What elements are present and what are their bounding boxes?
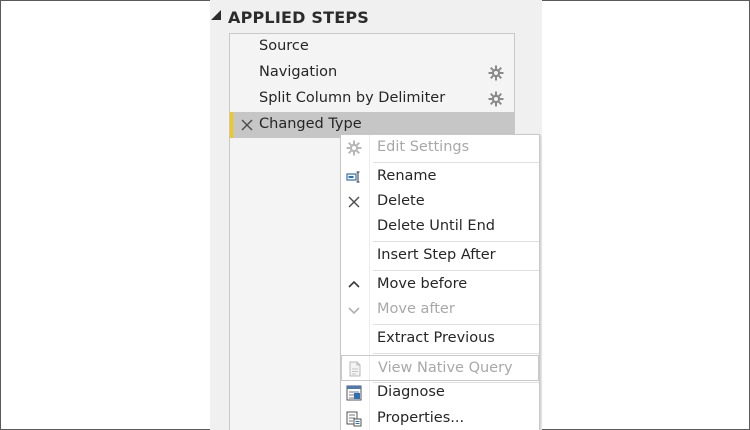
- step-navigation[interactable]: Navigation: [230, 60, 514, 86]
- gear-icon: [346, 140, 362, 156]
- menu-separator: [373, 353, 539, 354]
- step-label: Source: [259, 38, 309, 54]
- menu-item-label: Rename: [377, 168, 437, 184]
- panel-header: APPLIED STEPS: [210, 4, 542, 28]
- chevron-down-icon: [348, 307, 360, 315]
- diagnose-icon: [346, 385, 362, 401]
- menu-item-label: Move before: [377, 276, 468, 292]
- menu-item-insert-step-after[interactable]: Insert Step After: [341, 243, 539, 269]
- step-source[interactable]: Source: [230, 34, 514, 60]
- menu-item-label: Edit Settings: [377, 139, 470, 155]
- menu-item-label: Insert Step After: [377, 247, 496, 263]
- menu-item-extract-previous[interactable]: Extract Previous: [341, 326, 539, 352]
- triangle-down-icon[interactable]: [210, 10, 222, 22]
- menu-item-delete-until-end[interactable]: Delete Until End: [341, 214, 539, 240]
- menu-item-label: Move after: [377, 301, 455, 317]
- menu-separator: [373, 241, 539, 242]
- properties-icon: [346, 411, 362, 427]
- menu-separator: [373, 270, 539, 271]
- delete-step-icon[interactable]: [241, 119, 253, 131]
- menu-item-label: Properties...: [377, 410, 465, 426]
- document-icon: [349, 361, 361, 377]
- context-menu: Edit Settings Rename Delete Delete Until…: [340, 134, 540, 430]
- step-label: Navigation: [259, 64, 338, 80]
- menu-item-rename[interactable]: Rename: [341, 164, 539, 190]
- menu-item-view-native-query[interactable]: View Native Query: [341, 355, 539, 381]
- x-icon: [348, 196, 360, 208]
- panel-title: APPLIED STEPS: [228, 8, 369, 27]
- step-split-column[interactable]: Split Column by Delimiter: [230, 86, 514, 112]
- gear-icon[interactable]: [488, 91, 504, 107]
- gear-icon[interactable]: [488, 65, 504, 81]
- menu-item-move-after[interactable]: Move after: [341, 297, 539, 323]
- selected-accent-bar: [230, 112, 233, 138]
- menu-item-move-before[interactable]: Move before: [341, 272, 539, 298]
- step-label: Changed Type: [259, 116, 362, 132]
- menu-item-label: Extract Previous: [377, 330, 495, 346]
- menu-item-label: Diagnose: [377, 384, 445, 400]
- menu-separator: [373, 162, 539, 163]
- menu-item-edit-settings[interactable]: Edit Settings: [341, 135, 539, 161]
- menu-item-label: Delete Until End: [377, 218, 495, 234]
- menu-item-label: Delete: [377, 193, 425, 209]
- menu-separator: [373, 324, 539, 325]
- step-label: Split Column by Delimiter: [259, 90, 446, 106]
- menu-item-delete[interactable]: Delete: [341, 189, 539, 215]
- chevron-up-icon: [348, 280, 360, 288]
- menu-item-label: View Native Query: [378, 360, 513, 376]
- menu-item-diagnose[interactable]: Diagnose: [341, 380, 539, 406]
- rename-icon: [346, 171, 360, 183]
- menu-item-properties[interactable]: Properties...: [341, 406, 539, 430]
